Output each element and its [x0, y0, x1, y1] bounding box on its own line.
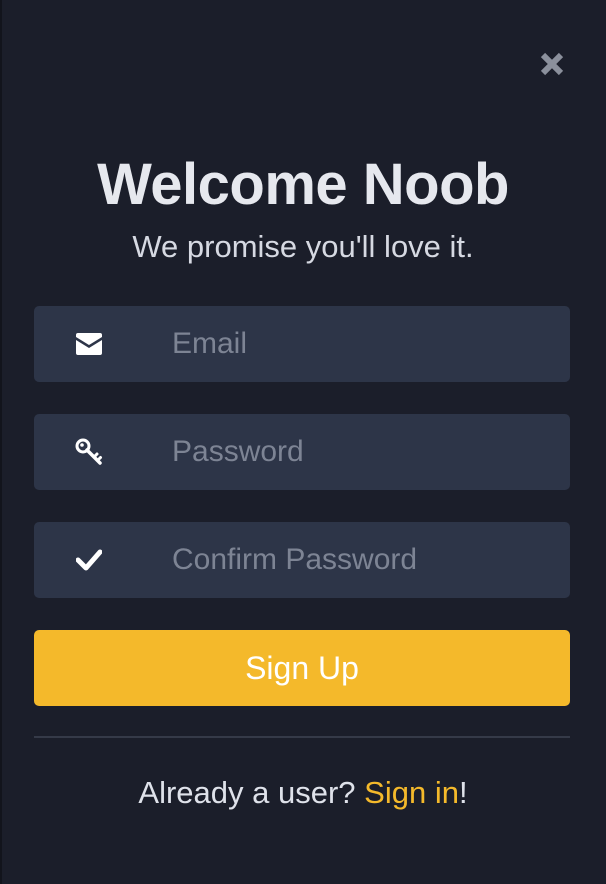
- email-input[interactable]: [172, 306, 562, 382]
- email-field[interactable]: [34, 306, 570, 382]
- check-icon: [74, 546, 104, 574]
- sign-in-link[interactable]: Sign in: [364, 775, 459, 810]
- password-input[interactable]: [172, 414, 562, 490]
- close-button[interactable]: [536, 48, 568, 80]
- page-subtitle: We promise you'll love it.: [132, 229, 474, 264]
- envelope-icon: [74, 330, 104, 358]
- modal-edge: [0, 0, 2, 884]
- divider: [34, 736, 570, 738]
- sign-in-prompt-suffix: !: [458, 775, 468, 810]
- close-icon: [540, 52, 564, 76]
- page-title: Welcome Noob: [97, 152, 509, 217]
- confirm-password-field[interactable]: [34, 522, 570, 598]
- signup-modal: Welcome Noob We promise you'll love it.: [0, 0, 606, 884]
- sign-in-prompt: Already a user? Sign in!: [0, 773, 606, 813]
- sign-in-prompt-text: Already a user?: [138, 775, 365, 810]
- confirm-password-input[interactable]: [172, 522, 562, 598]
- key-icon: [74, 438, 104, 466]
- sign-up-button[interactable]: Sign Up: [34, 630, 570, 706]
- password-field[interactable]: [34, 414, 570, 490]
